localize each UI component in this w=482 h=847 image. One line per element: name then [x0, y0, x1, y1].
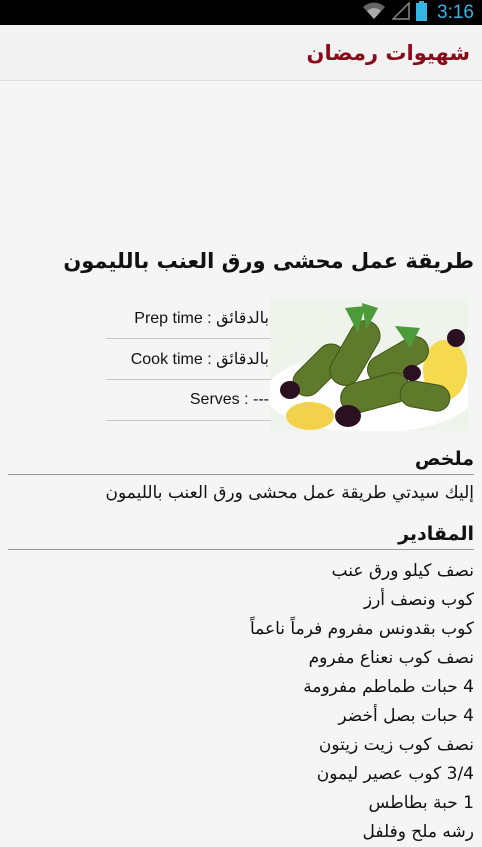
- list-item: نصف كيلو ورق عنب: [331, 561, 475, 581]
- wifi-icon: [362, 2, 386, 24]
- recipe-title: طريقة عمل محشى ورق العنب بالليمون: [63, 249, 474, 273]
- list-item: كوب بقدونس مفروم فرماً ناعماً: [249, 619, 474, 639]
- list-item: نصف كوب نعناع مفروم: [308, 648, 474, 668]
- app-title: شهيوات رمضان: [306, 40, 470, 65]
- signal-icon: [391, 0, 410, 24]
- prep-time: Prep time : بالدقائق: [106, 298, 271, 339]
- list-item: نصف كوب زيت زيتون: [318, 735, 474, 755]
- status-bar: 3:16: [0, 0, 482, 25]
- serves: Serves : ---: [106, 380, 271, 421]
- action-bar: شهيوات رمضان: [0, 25, 482, 81]
- recipe-meta: Prep time : بالدقائق Cook time : بالدقائ…: [106, 298, 271, 421]
- list-item: 1 حبة بطاطس: [368, 793, 474, 813]
- list-item: 3/4 كوب عصير ليمون: [316, 764, 474, 784]
- summary-heading: ملخص: [8, 448, 474, 475]
- ingredients-list: نصف كيلو ورق عنب كوب ونصف أرز كوب بقدونس…: [8, 557, 474, 847]
- ingredients-heading: المقادير: [8, 523, 474, 550]
- recipe-photo: [270, 298, 468, 431]
- list-item: 4 حبات طماطم مفرومة: [303, 677, 474, 697]
- list-item: كوب ونصف أرز: [363, 590, 474, 610]
- list-item: رشه ملح وفلفل: [362, 822, 474, 842]
- cook-time: Cook time : بالدقائق: [106, 339, 271, 380]
- status-time: 3:16: [437, 1, 474, 23]
- summary-text: إليك سيدتي طريقة عمل محشى ورق العنب بالل…: [105, 483, 474, 503]
- list-item: 4 حبات بصل أخضر: [338, 706, 474, 726]
- battery-icon: [416, 0, 428, 25]
